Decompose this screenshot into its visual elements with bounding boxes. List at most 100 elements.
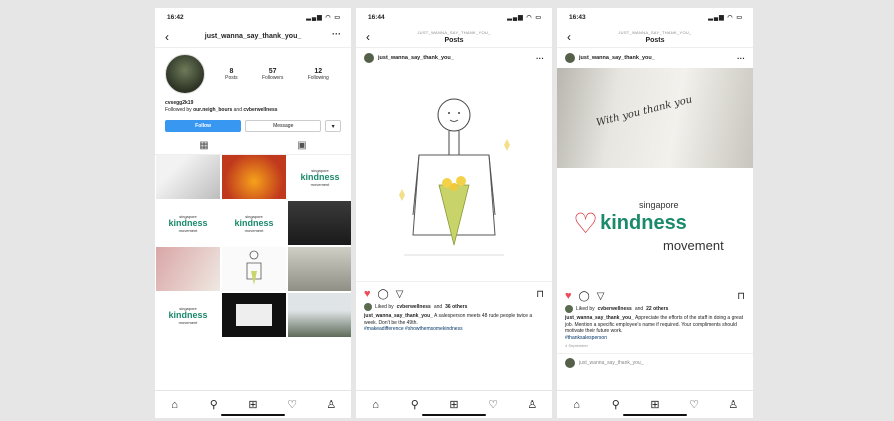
- more-icon[interactable]: ···: [737, 54, 745, 63]
- status-bar: 16:44 ▂▄▆ ◠ ▭: [356, 8, 552, 26]
- activity-heart-icon[interactable]: ♡: [483, 398, 503, 411]
- post-author[interactable]: just_wanna_say_thank_you_: [364, 53, 454, 63]
- tagged-icon[interactable]: ▣: [297, 140, 306, 151]
- grid-post[interactable]: [222, 247, 286, 291]
- more-icon[interactable]: ···: [332, 29, 341, 39]
- status-icons: ▂▄▆ ◠ ▭: [507, 14, 542, 21]
- logo-bottom-text: movement: [663, 237, 724, 253]
- grid-post[interactable]: singapore kindness movement: [156, 201, 220, 245]
- grid-post[interactable]: [288, 201, 351, 245]
- post-image-kindness-logo[interactable]: singapore ♡ kindness movement: [557, 168, 753, 284]
- stat-posts-label: Posts: [225, 74, 238, 81]
- posts-header-sub: JUST_WANNA_SAY_THANK_YOU_: [417, 29, 491, 35]
- caption-hashtags[interactable]: #makeadifference #showthemsomekindness: [364, 326, 544, 333]
- likes-line[interactable]: Liked by cvberwellness and 36 others: [356, 302, 552, 312]
- followed-by-user-b[interactable]: cvberwellness: [243, 107, 277, 113]
- next-post-author-name: just_wanna_say_thank_you_: [579, 360, 644, 366]
- drawing-thumb-icon: [246, 250, 262, 285]
- grid-post[interactable]: [288, 247, 351, 291]
- home-icon[interactable]: ⌂: [567, 399, 587, 411]
- profile-icon[interactable]: ♙: [321, 398, 341, 411]
- search-icon[interactable]: ⚲: [606, 398, 626, 411]
- activity-heart-icon[interactable]: ♡: [684, 398, 704, 411]
- bookmark-icon[interactable]: ⊓: [737, 291, 745, 302]
- likes-line[interactable]: Liked by cvberwellness and 22 others: [557, 304, 753, 314]
- post-caption: just_wanna_say_thank_you_ A salesperson …: [356, 312, 552, 334]
- followed-by-prefix: Followed by: [165, 107, 192, 113]
- stat-following-label: Following: [307, 74, 329, 81]
- profile-icon[interactable]: ♙: [723, 398, 743, 411]
- grid-post[interactable]: [156, 155, 220, 199]
- grid-post[interactable]: singapore kindness movement: [156, 293, 220, 337]
- grid-post[interactable]: singapore kindness movement: [288, 155, 351, 199]
- grid-post[interactable]: [156, 247, 220, 291]
- posts-header: ‹ JUST_WANNA_SAY_THANK_YOU_ Posts: [557, 26, 753, 48]
- grid-logo-bottom: movement: [244, 227, 264, 233]
- back-icon[interactable]: ‹: [567, 30, 571, 44]
- followed-by-user-a[interactable]: our.neigh_bours: [193, 107, 232, 113]
- liked-by-label: Liked by: [375, 304, 394, 310]
- grid-post[interactable]: [288, 293, 351, 337]
- comment-icon[interactable]: ◯: [579, 291, 590, 302]
- share-icon[interactable]: ▽: [597, 291, 605, 302]
- like-heart-icon[interactable]: ♥: [364, 288, 371, 300]
- add-post-icon[interactable]: ⊞: [243, 398, 263, 411]
- grid-post[interactable]: [222, 155, 286, 199]
- liked-and: and: [433, 304, 443, 310]
- home-icon[interactable]: ⌂: [366, 399, 386, 411]
- status-icons: ▂▄▆ ◠ ▭: [708, 14, 743, 21]
- add-post-icon[interactable]: ⊞: [645, 398, 665, 411]
- bookmark-icon[interactable]: ⊓: [536, 289, 544, 300]
- search-icon[interactable]: ⚲: [204, 398, 224, 411]
- share-icon[interactable]: ▽: [396, 289, 404, 300]
- home-icon[interactable]: ⌂: [165, 399, 185, 411]
- liked-and: and: [634, 306, 644, 312]
- liked-others[interactable]: 36 others: [445, 304, 467, 310]
- post-image-handwritten-card[interactable]: With you thank you: [557, 68, 753, 168]
- more-icon[interactable]: ···: [536, 54, 544, 63]
- post-actions-left: ♥ ◯ ▽: [364, 288, 403, 300]
- home-indicator: [221, 414, 285, 416]
- status-time: 16:44: [368, 13, 385, 21]
- search-icon[interactable]: ⚲: [405, 398, 425, 411]
- post-author[interactable]: just_wanna_say_thank_you_: [565, 53, 655, 63]
- stat-posts[interactable]: 8 Posts: [225, 68, 238, 81]
- avatar[interactable]: [165, 54, 205, 94]
- grid-post[interactable]: singapore kindness movement: [222, 201, 286, 245]
- next-post-author[interactable]: just_wanna_say_thank_you_: [557, 353, 753, 372]
- liked-by-label: Liked by: [576, 306, 595, 312]
- grid-logo-main: kindness: [168, 309, 208, 320]
- liker-avatar: [364, 303, 372, 311]
- post-screen-drawing: 16:44 ▂▄▆ ◠ ▭ ‹ JUST_WANNA_SAY_THANK_YOU…: [356, 8, 552, 418]
- like-heart-icon[interactable]: ♥: [565, 290, 572, 302]
- suggested-dropdown-button[interactable]: ▾: [325, 120, 341, 132]
- profile-icon[interactable]: ♙: [522, 398, 542, 411]
- caption-user[interactable]: just_wanna_say_thank_you_: [364, 313, 433, 319]
- posts-header-sub: JUST_WANNA_SAY_THANK_YOU_: [618, 29, 692, 35]
- stat-following[interactable]: 12 Following: [308, 68, 329, 81]
- liked-others[interactable]: 22 others: [646, 306, 668, 312]
- add-post-icon[interactable]: ⊞: [444, 398, 464, 411]
- post-grid: singapore kindness movement singapore ki…: [155, 155, 351, 337]
- status-icons: ▂▄▆ ◠ ▭: [306, 14, 341, 21]
- grid-logo-main: kindness: [234, 217, 274, 228]
- comment-icon[interactable]: ◯: [378, 289, 389, 300]
- caption-hashtags[interactable]: #thanksalesperson: [565, 335, 745, 342]
- grid-view-icon[interactable]: ▦: [199, 140, 208, 151]
- follow-button[interactable]: Follow: [165, 120, 242, 132]
- posts-header-title: JUST_WANNA_SAY_THANK_YOU_ Posts: [417, 29, 490, 45]
- stat-followers[interactable]: 57 Followers: [262, 68, 283, 81]
- grid-card: [236, 304, 272, 326]
- back-icon[interactable]: ‹: [165, 30, 169, 44]
- profile-screen: 16:42 ▂▄▆ ◠ ▭ ‹ just_wanna_say_thank_you…: [155, 8, 351, 418]
- logo-main-row: ♡ kindness: [573, 209, 687, 238]
- liked-by-user[interactable]: cvberwellness: [397, 304, 431, 310]
- liked-by-user[interactable]: cvberwellness: [598, 306, 632, 312]
- caption-user[interactable]: just_wanna_say_thank_you_: [565, 315, 634, 321]
- activity-heart-icon[interactable]: ♡: [282, 398, 302, 411]
- profile-summary: 8 Posts 57 Followers 12 Following: [155, 48, 351, 98]
- back-icon[interactable]: ‹: [366, 30, 370, 44]
- post-image-drawing[interactable]: [356, 68, 552, 282]
- message-button[interactable]: Message: [245, 120, 322, 132]
- grid-post[interactable]: [222, 293, 286, 337]
